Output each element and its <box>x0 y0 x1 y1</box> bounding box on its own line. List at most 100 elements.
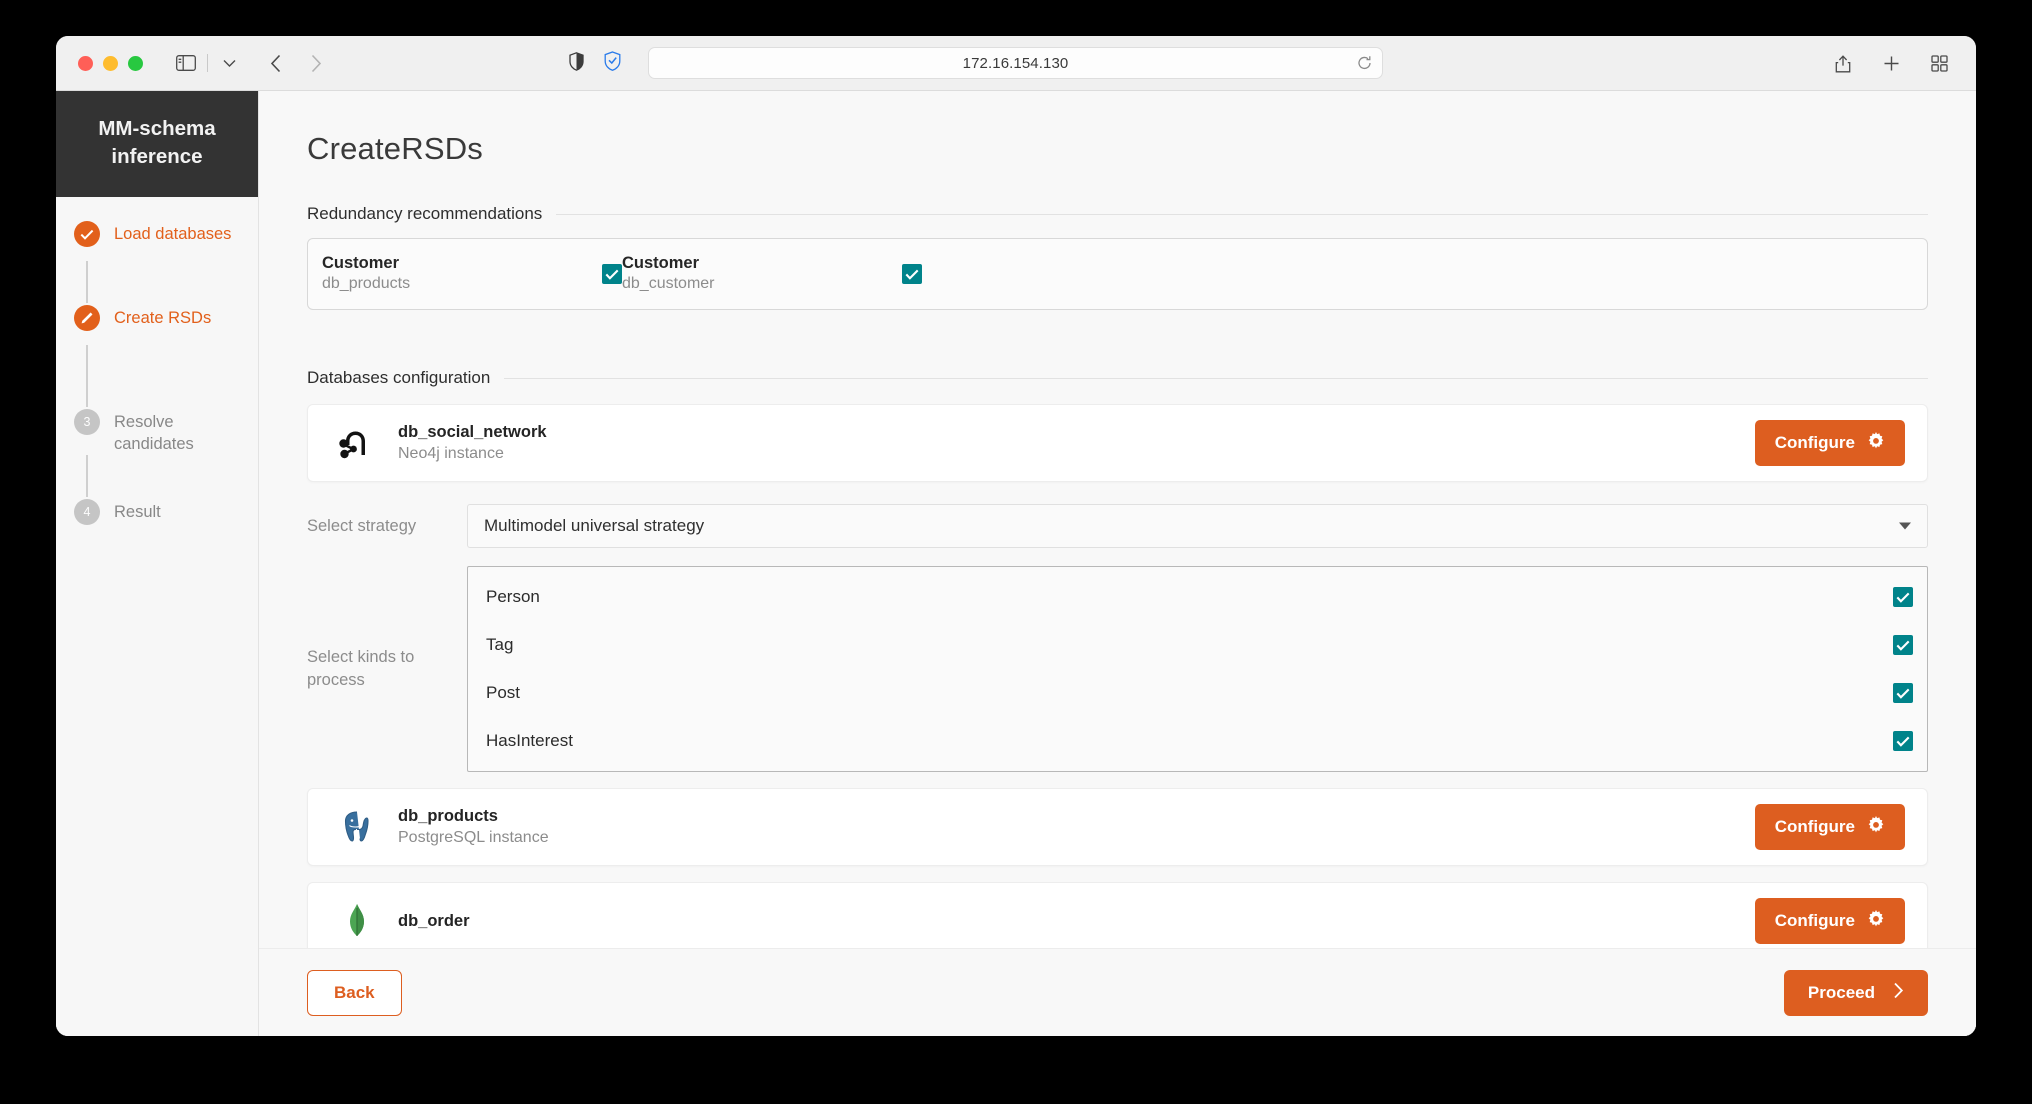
app-sidebar: MM-schema inference Load databases Creat… <box>56 91 259 1036</box>
share-icon[interactable] <box>1826 49 1860 79</box>
sidebar-item-label: Result <box>114 503 161 521</box>
strategy-select[interactable]: Multimodel universal strategy <box>467 504 1928 548</box>
kind-label: HasInterest <box>486 731 573 750</box>
step-number-badge: 4 <box>74 499 100 525</box>
sidebar-item-create-rsds[interactable]: Create RSDs <box>56 303 258 345</box>
privacy-icon-group <box>569 36 621 91</box>
step-number-badge: 3 <box>74 409 100 435</box>
redundancy-section-header: Redundancy recommendations <box>307 204 1928 224</box>
kind-label: Post <box>486 683 521 702</box>
wizard-footer: Back Proceed <box>259 948 1976 1036</box>
redundancy-item-texts: Customer db_customer <box>622 253 902 295</box>
wizard-stepper: Load databases Create RSDs 3 Resolve can… <box>56 197 258 539</box>
database-subtitle: PostgreSQL instance <box>398 828 549 846</box>
kinds-row: Select kinds to process Person Tag Post … <box>307 566 1928 772</box>
reload-icon[interactable] <box>1357 56 1372 71</box>
close-window-button[interactable] <box>78 55 93 71</box>
kind-checkbox[interactable] <box>1893 635 1913 655</box>
redundancy-item[interactable]: Customer db_products <box>322 253 622 295</box>
minimize-window-button[interactable] <box>103 55 118 71</box>
redundancy-item-database: db_products <box>322 275 411 292</box>
configure-button-label: Configure <box>1774 911 1855 930</box>
address-bar[interactable]: 172.16.154.130 <box>648 47 1383 79</box>
chevron-down-icon[interactable] <box>212 48 246 78</box>
chevron-right-icon <box>1893 982 1904 1004</box>
kinds-label: Select kinds to process <box>307 648 415 689</box>
kind-checkbox[interactable] <box>1893 683 1913 703</box>
redundancy-item[interactable]: Customer db_customer <box>622 253 922 295</box>
toolbar-divider <box>207 54 208 72</box>
redundancy-item-checkbox[interactable] <box>602 264 622 284</box>
shield-check-icon[interactable] <box>604 51 621 76</box>
page-title: CreateRSDs <box>307 131 483 166</box>
kind-checkbox[interactable] <box>1893 587 1913 607</box>
kind-item[interactable]: Tag <box>468 621 1927 669</box>
databases-section-header: Databases configuration <box>307 368 1928 388</box>
maximize-window-button[interactable] <box>128 55 143 71</box>
database-name: db_social_network <box>398 422 547 441</box>
privacy-report-icon[interactable] <box>569 51 584 76</box>
section-title: Databases configuration <box>307 368 491 387</box>
kind-item[interactable]: Person <box>468 573 1927 621</box>
redundancy-item-texts: Customer db_products <box>322 253 602 295</box>
chevron-down-icon <box>1899 522 1911 530</box>
nav-forward-icon[interactable] <box>296 48 336 78</box>
configure-button-label: Configure <box>1774 817 1855 836</box>
section-title: Redundancy recommendations <box>307 204 543 223</box>
proceed-button[interactable]: Proceed <box>1783 969 1928 1016</box>
sidebar-item-label: Resolve candidates <box>114 413 194 453</box>
neo4j-logo-icon <box>334 420 380 466</box>
database-name: db_order <box>398 911 470 930</box>
sidebar-toggle-icon[interactable] <box>169 48 203 78</box>
step-connector <box>86 455 88 497</box>
database-row-texts: db_order <box>398 911 1755 932</box>
redundancy-item-name: Customer <box>622 254 700 272</box>
strategy-row: Select strategy Multimodel universal str… <box>307 504 1928 548</box>
database-row-texts: db_social_network Neo4j instance <box>398 422 1755 465</box>
kind-item[interactable]: Post <box>468 669 1927 717</box>
sidebar-item-label: Load databases <box>114 225 232 243</box>
section-divider <box>556 213 1928 215</box>
redundancy-item-checkbox[interactable] <box>902 264 922 284</box>
window-controls <box>78 55 143 71</box>
kinds-list: Person Tag Post HasInterest <box>467 566 1928 772</box>
gear-icon <box>1867 909 1885 933</box>
proceed-button-label: Proceed <box>1807 982 1875 1002</box>
kind-item[interactable]: HasInterest <box>468 717 1927 765</box>
content-scroll-area[interactable]: Redundancy recommendations Customer db_p… <box>259 186 1976 1036</box>
back-button[interactable]: Back <box>307 969 402 1016</box>
configure-button[interactable]: Configure <box>1754 898 1905 944</box>
browser-toolbar: 172.16.154.130 <box>56 36 1976 91</box>
gear-icon <box>1867 815 1885 839</box>
database-row[interactable]: db_social_network Neo4j instance Configu… <box>307 404 1928 482</box>
strategy-selected-value: Multimodel universal strategy <box>484 516 705 535</box>
database-row[interactable]: db_products PostgreSQL instance Configur… <box>307 788 1928 866</box>
kind-checkbox[interactable] <box>1893 731 1913 751</box>
configure-button-label: Configure <box>1774 433 1855 452</box>
sidebar-item-load-databases[interactable]: Load databases <box>56 219 258 261</box>
pencil-icon <box>74 305 100 331</box>
app-brand: MM-schema inference <box>56 91 258 197</box>
redundancy-recommendations-card: Customer db_products Customer db_custome… <box>307 238 1928 310</box>
main-content: CreateRSDs Redundancy recommendations Cu… <box>259 91 1976 1036</box>
sidebar-item-label: Create RSDs <box>114 309 212 327</box>
mongodb-logo-icon <box>334 898 380 944</box>
app-page: MM-schema inference Load databases Creat… <box>56 91 1976 1036</box>
step-connector <box>86 345 88 407</box>
kind-label: Tag <box>486 635 514 654</box>
plus-icon[interactable] <box>1874 49 1908 79</box>
step-connector <box>86 261 88 303</box>
redundancy-item-database: db_customer <box>622 275 715 292</box>
tab-overview-icon[interactable] <box>1922 49 1956 79</box>
sidebar-toggle-group <box>169 48 246 78</box>
toolbar-right-group <box>1826 36 1956 91</box>
configure-button[interactable]: Configure <box>1754 420 1905 466</box>
database-row-texts: db_products PostgreSQL instance <box>398 806 1755 849</box>
gear-icon <box>1867 431 1885 455</box>
section-divider <box>504 377 1928 379</box>
configure-button[interactable]: Configure <box>1754 804 1905 850</box>
brand-line-1: MM-schema <box>98 117 216 140</box>
nav-back-icon[interactable] <box>256 48 296 78</box>
sidebar-item-resolve-candidates[interactable]: 3 Resolve candidates <box>56 407 258 455</box>
sidebar-item-result[interactable]: 4 Result <box>56 497 258 539</box>
